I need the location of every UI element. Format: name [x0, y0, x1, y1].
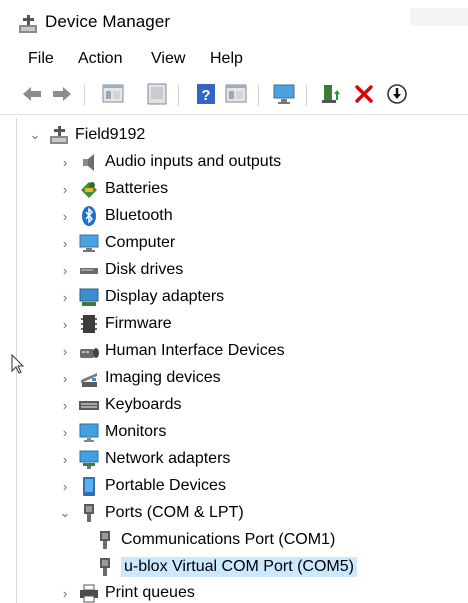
show-hidden-icon[interactable]: [224, 82, 248, 106]
toolbar-separator: [178, 84, 179, 106]
tree-item-label: Firmware: [105, 315, 172, 332]
expand-icon[interactable]: ›: [59, 580, 71, 603]
tree-item-com5[interactable]: u-blox Virtual COM Port (COM5): [87, 554, 357, 580]
display-adapter-icon: [77, 285, 101, 309]
port-icon: [77, 501, 101, 525]
imaging-device-icon: [77, 366, 101, 390]
tree-item-label: Display adapters: [105, 288, 225, 305]
menu-bar: File Action View Help: [0, 46, 468, 74]
network-adapter-icon: [77, 447, 101, 471]
menu-file[interactable]: File: [26, 50, 56, 68]
monitor-scan-icon[interactable]: [272, 82, 296, 106]
add-driver-icon[interactable]: [319, 82, 343, 106]
expand-icon[interactable]: ›: [59, 176, 71, 202]
portable-device-icon: [77, 474, 101, 498]
tree-item-label-selected: u-blox Virtual COM Port (COM5): [121, 557, 357, 577]
uninstall-icon[interactable]: [352, 82, 376, 106]
expand-icon[interactable]: ›: [59, 365, 71, 391]
port-icon: [93, 528, 117, 552]
expand-icon[interactable]: ›: [59, 284, 71, 310]
toolbar: ?: [0, 76, 468, 115]
tree-item-computer[interactable]: › Computer: [59, 230, 175, 256]
tree-root-label: Field9192: [75, 126, 146, 143]
device-tree: ⌄ Field9192 › Audio inputs and outputs ›…: [16, 118, 468, 603]
expand-icon[interactable]: ›: [59, 203, 71, 229]
expand-icon[interactable]: ›: [59, 473, 71, 499]
tree-item-disk-drives[interactable]: › Disk drives: [59, 257, 183, 283]
tree-root[interactable]: ⌄ Field9192: [29, 122, 145, 148]
back-icon[interactable]: [20, 82, 44, 106]
tree-item-label: Portable Devices: [105, 477, 226, 494]
tree-item-portable-devices[interactable]: › Portable Devices: [59, 473, 226, 499]
computer-icon: [77, 231, 101, 255]
collapse-icon[interactable]: ⌄: [29, 122, 41, 148]
tree-item-label: Network adapters: [105, 450, 231, 467]
collapse-icon[interactable]: ⌄: [59, 500, 71, 526]
tree-item-imaging[interactable]: › Imaging devices: [59, 365, 221, 391]
tree-item-ports[interactable]: ⌄ Ports (COM & LPT): [59, 500, 244, 526]
bluetooth-icon: [77, 204, 101, 228]
tree-item-label: Print queues: [105, 584, 195, 601]
tree-item-print-queues[interactable]: › Print queues: [59, 580, 195, 603]
tree-item-label: Batteries: [105, 180, 169, 197]
download-icon[interactable]: [385, 82, 409, 106]
battery-icon: [77, 177, 101, 201]
toolbar-separator: [306, 84, 307, 106]
tree-item-label: Human Interface Devices: [105, 342, 285, 359]
computer-root-icon: [47, 123, 71, 147]
firmware-icon: [77, 312, 101, 336]
tree-item-label: Imaging devices: [105, 369, 221, 386]
tree-item-label: Computer: [105, 234, 176, 251]
keyboard-icon: [77, 393, 101, 417]
title-bar: Device Manager: [0, 0, 468, 44]
tree-item-label: Ports (COM & LPT): [105, 504, 244, 521]
monitor-icon: [77, 420, 101, 444]
tree-item-label: Audio inputs and outputs: [105, 153, 282, 170]
disk-drive-icon: [77, 258, 101, 282]
mouse-cursor-icon: [11, 353, 25, 379]
expand-icon[interactable]: ›: [59, 257, 71, 283]
svg-text:?: ?: [201, 87, 210, 104]
tree-item-hid[interactable]: › Human Interface Devices: [59, 338, 285, 364]
menu-help[interactable]: Help: [208, 50, 245, 68]
tree-item-audio[interactable]: › Audio inputs and outputs: [59, 149, 281, 175]
update-view-icon[interactable]: [145, 82, 169, 106]
properties-window-icon[interactable]: [101, 82, 125, 106]
toolbar-separator: [84, 84, 85, 106]
speaker-icon: [77, 150, 101, 174]
tree-item-firmware[interactable]: › Firmware: [59, 311, 172, 337]
tree-item-label: Monitors: [105, 423, 167, 440]
toolbar-separator: [258, 84, 259, 106]
printer-icon: [77, 581, 101, 603]
hid-icon: [77, 339, 101, 363]
tree-item-network-adapters[interactable]: › Network adapters: [59, 446, 230, 472]
tree-item-monitors[interactable]: › Monitors: [59, 419, 166, 445]
expand-icon[interactable]: ›: [59, 419, 71, 445]
title-bar-controls[interactable]: [410, 8, 468, 26]
tree-item-display-adapters[interactable]: › Display adapters: [59, 284, 224, 310]
tree-item-label: Communications Port (COM1): [121, 531, 336, 548]
menu-action[interactable]: Action: [76, 50, 124, 68]
tree-item-keyboards[interactable]: › Keyboards: [59, 392, 182, 418]
tree-item-bluetooth[interactable]: › Bluetooth: [59, 203, 173, 229]
expand-icon[interactable]: ›: [59, 338, 71, 364]
expand-icon[interactable]: ›: [59, 392, 71, 418]
tree-item-batteries[interactable]: › Batteries: [59, 176, 168, 202]
tree-item-label: Disk drives: [105, 261, 184, 278]
expand-icon[interactable]: ›: [59, 149, 71, 175]
help-icon[interactable]: ?: [194, 82, 218, 106]
expand-icon[interactable]: ›: [59, 311, 71, 337]
tree-item-com1[interactable]: Communications Port (COM1): [87, 527, 335, 553]
device-manager-icon: [17, 13, 39, 35]
tree-item-label: Keyboards: [105, 396, 182, 413]
tree-item-label: Bluetooth: [105, 207, 173, 224]
expand-icon[interactable]: ›: [59, 446, 71, 472]
forward-icon[interactable]: [50, 82, 74, 106]
window-title: Device Manager: [45, 12, 171, 31]
menu-view[interactable]: View: [149, 50, 187, 68]
expand-icon[interactable]: ›: [59, 230, 71, 256]
port-icon: [93, 555, 117, 579]
